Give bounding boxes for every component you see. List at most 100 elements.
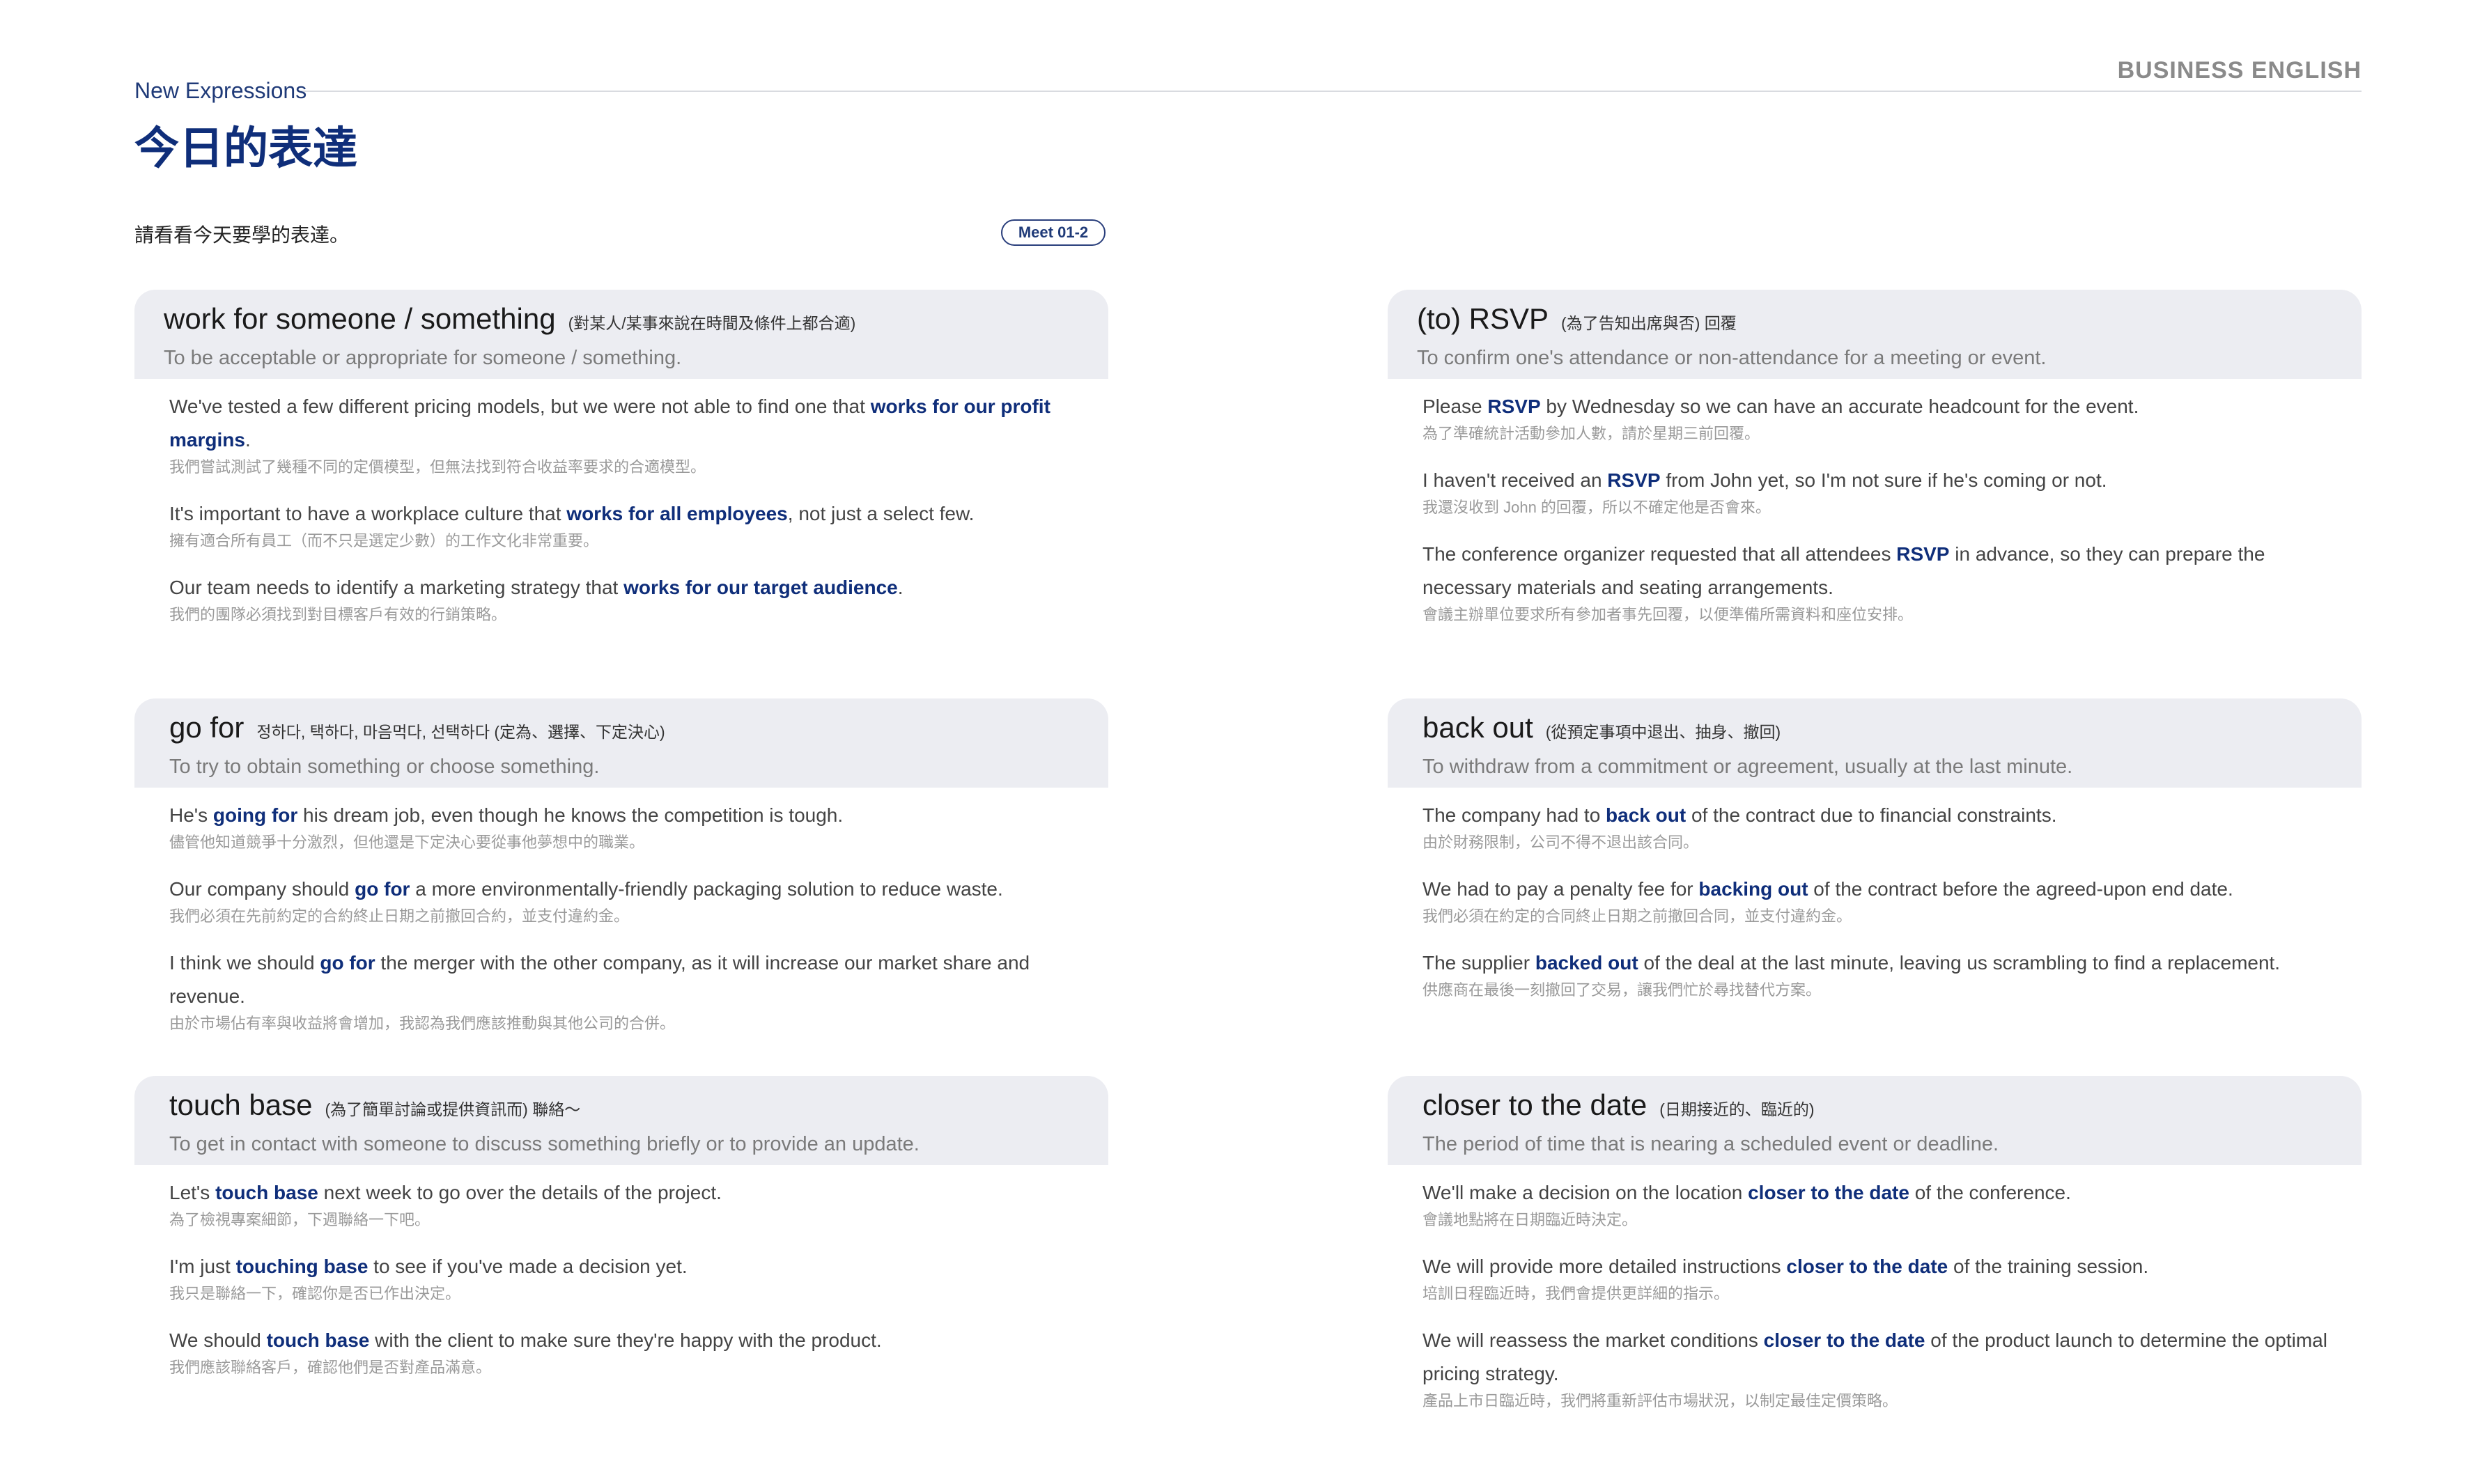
expression-gloss: 정하다, 택하다, 마음먹다, 선택하다 (定為、選擇、下定決心) xyxy=(256,723,665,741)
example-sentence: I'm just touching base to see if you've … xyxy=(169,1256,688,1277)
example-translation: 會議地點將在日期臨近時決定。 xyxy=(1422,1211,1638,1228)
example-sentence: We'll make a decision on the location cl… xyxy=(1422,1182,2071,1203)
card-header: closer to the date (日期接近的、臨近的) The period… xyxy=(1388,1076,2362,1165)
example-sentence: He's going for his dream job, even thoug… xyxy=(169,804,844,826)
key-expression: works for all employees xyxy=(566,503,788,524)
example-item: I'm just touching base to see if you've … xyxy=(169,1250,1108,1304)
section-label: New Expressions xyxy=(134,78,307,103)
expression-gloss: (為了簡單討論或提供資訊而) 聯絡～ xyxy=(325,1100,581,1118)
key-expression: touch base xyxy=(215,1182,318,1203)
intro-text: 請看看今天要學的表達。 xyxy=(134,224,350,246)
example-translation: 會議主辦單位要求所有參加者事先回覆，以便準備所需資料和座位安排。 xyxy=(1422,606,1914,623)
expression-term: (to) RSVP xyxy=(1417,302,1549,335)
example-item: We should touch base with the client to … xyxy=(169,1324,1108,1378)
key-expression: touching base xyxy=(235,1256,369,1277)
example-sentence: The conference organizer requested that … xyxy=(1422,543,2265,598)
example-item: We'll make a decision on the location cl… xyxy=(1422,1176,2362,1231)
example-item: Our team needs to identify a marketing s… xyxy=(169,571,1108,625)
example-translation: 培訓日程臨近時，我們會提供更詳細的指示。 xyxy=(1422,1285,1730,1302)
key-expression: RSVP xyxy=(1487,396,1541,417)
header-divider xyxy=(301,91,2362,92)
key-expression: closer to the date xyxy=(1763,1329,1925,1351)
expression-term: back out xyxy=(1422,711,1533,744)
key-expression: go for xyxy=(355,878,410,900)
key-expression: touch base xyxy=(266,1329,370,1351)
expression-gloss: (為了告知出席與否) 回覆 xyxy=(1561,314,1737,332)
example-sentence: We should touch base with the client to … xyxy=(169,1329,882,1351)
card-header: work for someone / something (對某人/某事來說在時間… xyxy=(134,290,1108,379)
example-sentence: I haven't received an RSVP from John yet… xyxy=(1422,469,2107,491)
example-item: Please RSVP by Wednesday so we can have … xyxy=(1422,390,2362,444)
expression-card-touch-base: touch base (為了簡單討論或提供資訊而) 聯絡～ To get in c… xyxy=(134,1076,1108,1398)
key-expression: RSVP xyxy=(1607,469,1661,491)
example-translation: 我只是聯絡一下，確認你是否已作出決定。 xyxy=(169,1285,461,1302)
example-item: I haven't received an RSVP from John yet… xyxy=(1422,464,2362,518)
expression-definition: To confirm one's attendance or non-atten… xyxy=(1417,347,2047,369)
example-translation: 產品上市日臨近時，我們將重新評估市場狀況，以制定最佳定價策略。 xyxy=(1422,1392,1898,1409)
key-expression: works for our target audience xyxy=(623,577,898,598)
example-translation: 我們嘗試測試了幾種不同的定價模型，但無法找到符合收益率要求的合適模型。 xyxy=(169,458,706,476)
example-sentence: It's important to have a workplace cultu… xyxy=(169,503,975,524)
example-list: Let's touch base next week to go over th… xyxy=(134,1165,1108,1378)
key-expression: going for xyxy=(212,804,298,826)
key-expression: RSVP xyxy=(1896,543,1950,565)
example-list: Please RSVP by Wednesday so we can have … xyxy=(1388,379,2362,625)
example-translation: 我們應該聯絡客戶，確認他們是否對產品滿意。 xyxy=(169,1359,492,1376)
example-list: We've tested a few different pricing mod… xyxy=(134,379,1108,625)
expression-gloss: (從預定事項中退出、抽身、撤回) xyxy=(1545,723,1781,741)
example-translation: 儘管他知道競爭十分激烈，但他還是下定決心要從事他夢想中的職業。 xyxy=(169,834,645,851)
example-sentence: We had to pay a penalty fee for backing … xyxy=(1422,878,2233,900)
expression-card-go-for: go for 정하다, 택하다, 마음먹다, 선택하다 (定為、選擇、下定決心) … xyxy=(134,698,1108,1054)
expression-card-work-for: work for someone / something (對某人/某事來說在時間… xyxy=(134,290,1108,645)
page-title: 今日的表達 xyxy=(134,123,357,173)
example-list: We'll make a decision on the location cl… xyxy=(1388,1165,2362,1412)
example-item: We've tested a few different pricing mod… xyxy=(169,390,1089,478)
example-item: It's important to have a workplace cultu… xyxy=(169,497,1108,552)
example-item: We had to pay a penalty fee for backing … xyxy=(1422,873,2362,927)
card-header: (to) RSVP (為了告知出席與否) 回覆 To confirm one's … xyxy=(1388,290,2362,379)
expression-term: go for xyxy=(169,711,245,744)
example-list: The company had to back out of the contr… xyxy=(1388,788,2362,1001)
example-translation: 我們必須在先前約定的合約終止日期之前撤回合約，並支付違約金。 xyxy=(169,907,630,925)
example-translation: 擁有適合所有員工（而不只是選定少數）的工作文化非常重要。 xyxy=(169,532,599,549)
example-translation: 我還沒收到 John 的回覆，所以不確定他是否會來。 xyxy=(1422,499,1771,516)
example-item: We will reassess the market conditions c… xyxy=(1422,1324,2342,1412)
expression-card-rsvp: (to) RSVP (為了告知出席與否) 回覆 To confirm one's … xyxy=(1388,290,2362,645)
example-translation: 由於市場佔有率與收益將會增加，我認為我們應該推動與其他公司的合併。 xyxy=(169,1015,676,1032)
expression-term: closer to the date xyxy=(1422,1088,1647,1121)
key-expression: back out xyxy=(1606,804,1687,826)
example-translation: 我們的團隊必須找到對目標客戶有效的行銷策略。 xyxy=(169,606,507,623)
expression-term: touch base xyxy=(169,1088,313,1121)
expression-definition: To try to obtain something or choose som… xyxy=(169,756,600,778)
key-expression: backed out xyxy=(1535,952,1638,974)
key-expression: closer to the date xyxy=(1786,1256,1948,1277)
example-translation: 我們必須在約定的合同終止日期之前撤回合同，並支付違約金。 xyxy=(1422,907,1852,925)
example-sentence: We've tested a few different pricing mod… xyxy=(169,396,1050,451)
example-translation: 為了準確統計活動參加人數，請於星期三前回覆。 xyxy=(1422,425,1760,442)
example-item: Our company should go for a more environ… xyxy=(169,873,1108,927)
card-header: touch base (為了簡單討論或提供資訊而) 聯絡～ To get in c… xyxy=(134,1076,1108,1165)
expression-card-closer-to-the-date: closer to the date (日期接近的、臨近的) The period… xyxy=(1388,1076,2362,1431)
example-list: He's going for his dream job, even thoug… xyxy=(134,788,1108,1034)
expression-definition: To withdraw from a commitment or agreeme… xyxy=(1422,756,2073,778)
example-sentence: We will reassess the market conditions c… xyxy=(1422,1329,2327,1384)
expression-definition: To get in contact with someone to discus… xyxy=(169,1133,920,1155)
key-expression: closer to the date xyxy=(1748,1182,1909,1203)
example-translation: 由於財務限制，公司不得不退出該合同。 xyxy=(1422,834,1699,851)
example-item: We will provide more detailed instructio… xyxy=(1422,1250,2362,1304)
example-sentence: Please RSVP by Wednesday so we can have … xyxy=(1422,396,2139,417)
example-sentence: The supplier backed out of the deal at t… xyxy=(1422,952,2281,974)
lesson-code-badge: Meet 01-2 xyxy=(1001,219,1106,246)
example-sentence: Let's touch base next week to go over th… xyxy=(169,1182,722,1203)
example-item: Let's touch base next week to go over th… xyxy=(169,1176,1108,1231)
example-sentence: Our team needs to identify a marketing s… xyxy=(169,577,904,598)
card-header: go for 정하다, 택하다, 마음먹다, 선택하다 (定為、選擇、下定決心) … xyxy=(134,698,1108,788)
key-expression: backing out xyxy=(1698,878,1808,900)
expression-definition: The period of time that is nearing a sch… xyxy=(1422,1133,1999,1155)
expression-term: work for someone / something xyxy=(164,302,556,335)
card-header: back out (從預定事項中退出、抽身、撤回) To withdraw fro… xyxy=(1388,698,2362,788)
expression-gloss: (日期接近的、臨近的) xyxy=(1659,1100,1815,1118)
example-item: He's going for his dream job, even thoug… xyxy=(169,799,1108,853)
key-expression: go for xyxy=(320,952,375,974)
example-sentence: Our company should go for a more environ… xyxy=(169,878,1003,900)
